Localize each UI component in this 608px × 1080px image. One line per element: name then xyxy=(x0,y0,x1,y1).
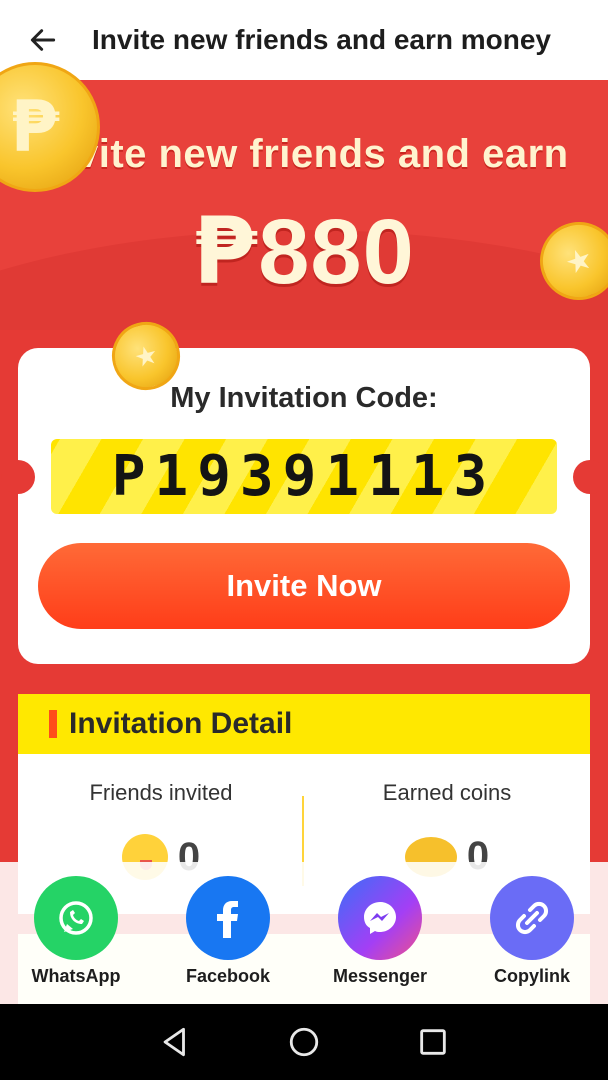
copy-link-label: Copylink xyxy=(493,966,570,986)
ticket-notch-right xyxy=(573,460,607,494)
nav-recents-icon xyxy=(420,1029,447,1055)
invitation-detail-header: Invitation Detail xyxy=(18,694,590,754)
facebook-glyph xyxy=(217,901,238,938)
hero-amount: ₱880 xyxy=(0,198,608,305)
invitation-code: P19391113 xyxy=(111,444,497,509)
share-facebook-button[interactable]: Facebook xyxy=(152,862,304,1004)
earned-coins-label: Earned coins xyxy=(382,780,512,805)
share-messenger-label: Messenger xyxy=(332,966,428,986)
copy-link-button[interactable]: Copylink xyxy=(456,862,608,1004)
invitation-code-label: My Invitation Code: xyxy=(170,382,438,414)
share-facebook-label: Facebook xyxy=(185,966,271,986)
nav-back-button[interactable] xyxy=(155,1022,195,1062)
share-messenger-button[interactable]: Messenger xyxy=(304,862,456,1004)
reward-amount: 880 xyxy=(258,201,415,303)
share-bar: WhatsApp Facebook Messenger Copylink xyxy=(0,862,608,1004)
nav-home-icon xyxy=(289,1027,319,1057)
peso-sign: ₱ xyxy=(193,198,259,305)
ticket-notch-left xyxy=(1,460,35,494)
messenger-icon xyxy=(338,876,422,960)
invitation-code-card: My Invitation Code: P19391113 Invite Now xyxy=(18,348,590,664)
invite-now-button[interactable]: Invite Now xyxy=(38,543,570,629)
arrow-left-icon xyxy=(30,29,56,51)
invitation-code-box[interactable]: P19391113 xyxy=(51,439,557,514)
share-whatsapp-button[interactable]: WhatsApp xyxy=(0,862,152,1004)
system-navigation-bar xyxy=(0,1004,608,1080)
nav-home-button[interactable] xyxy=(284,1022,324,1062)
friends-invited-label: Friends invited xyxy=(89,780,233,805)
whatsapp-glyph xyxy=(59,901,93,935)
nav-back-icon xyxy=(163,1027,185,1057)
page-title: Invite new friends and earn money xyxy=(92,24,552,55)
app-bar: Invite new friends and earn money xyxy=(0,0,608,80)
messenger-glyph xyxy=(364,902,396,934)
nav-recents-button[interactable] xyxy=(413,1022,453,1062)
link-glyph xyxy=(515,901,549,935)
invitation-detail-title: Invitation Detail xyxy=(69,707,293,740)
share-whatsapp-label: WhatsApp xyxy=(31,966,121,986)
section-accent-bar xyxy=(49,710,57,738)
link-icon xyxy=(490,876,574,960)
whatsapp-icon xyxy=(34,876,118,960)
facebook-icon xyxy=(186,876,270,960)
